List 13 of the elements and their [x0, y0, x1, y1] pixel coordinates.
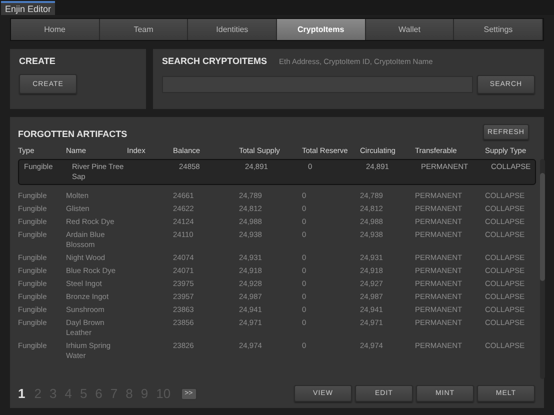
- scrollbar[interactable]: [540, 159, 545, 379]
- nav-tab[interactable]: Home: [11, 19, 100, 40]
- scrollbar-thumb[interactable]: [540, 173, 545, 281]
- nav-tab[interactable]: Identities: [188, 19, 278, 40]
- panel-title: CREATE: [19, 56, 56, 66]
- nav-tab[interactable]: Team: [100, 19, 188, 40]
- window-title: Enjin Editor: [1, 1, 56, 15]
- page-number[interactable]: 1: [18, 386, 26, 401]
- nav-tab[interactable]: Settings: [454, 19, 544, 40]
- panel-title: SEARCH CRYPTOITEMS: [162, 56, 268, 66]
- nav-tab[interactable]: Wallet: [366, 19, 454, 40]
- nav-tab[interactable]: CryptoItems: [277, 19, 366, 40]
- panel-title: FORGOTTEN ARTIFACTS: [18, 129, 128, 139]
